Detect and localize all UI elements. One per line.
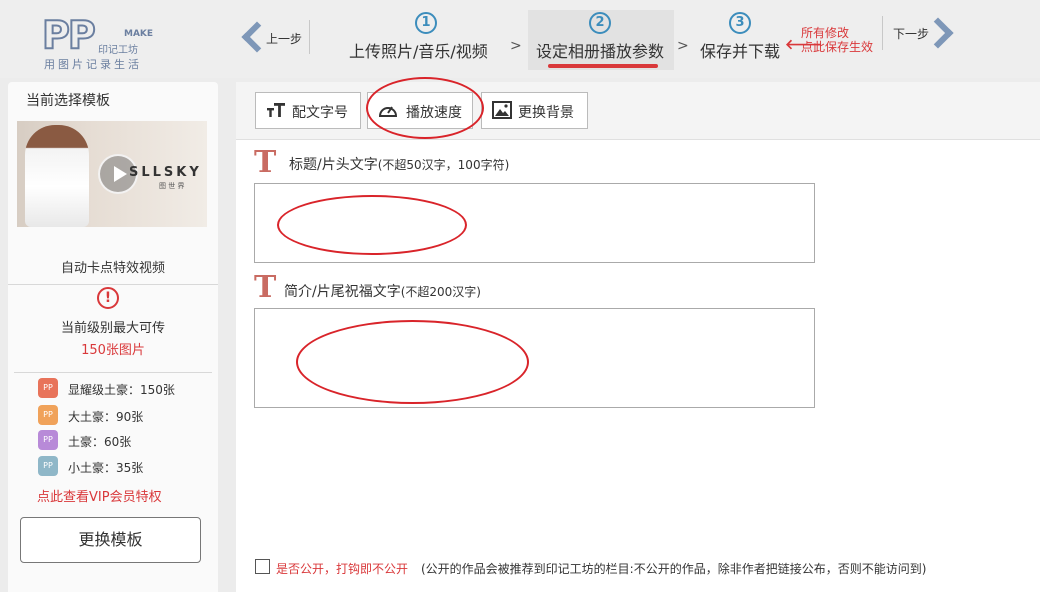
template-name: 自动卡点特效视频 (60, 261, 165, 276)
intro-text-input[interactable] (254, 308, 815, 408)
change-background-button[interactable]: 更换背景 (481, 92, 588, 129)
level-badge-icon: PP (38, 456, 58, 476)
title-field-hint: (不超50汉字，100字符) (377, 158, 510, 172)
level-label: 显耀级土豪：150张 (68, 383, 175, 397)
level-badge-icon: PP (38, 378, 58, 398)
save-hint-line2: 点此保存生效 (801, 40, 874, 54)
step-number: 3 (729, 12, 751, 34)
step-number: 1 (415, 12, 437, 34)
change-background-label: 更换背景 (518, 105, 574, 121)
step-separator: > (510, 38, 522, 54)
settings-panel: 配文字号 播放速度 更换背景 T 标题/片头文字(不超50汉字，100字符) T… (236, 82, 1040, 592)
save-hint-link[interactable]: 🡐 所有修改 点此保存生效 (785, 24, 881, 58)
prev-step-label: 上一步 (266, 32, 303, 46)
chevron-right-icon (922, 17, 954, 49)
text-size-label: 配文字号 (292, 105, 348, 121)
step-label: 上传照片/音乐/视频 (349, 42, 488, 61)
level-label: 土豪：60张 (68, 435, 132, 449)
template-preview[interactable]: SLLSKY 图 世 界 (17, 121, 207, 227)
prev-step-button[interactable]: 上一步 (238, 20, 310, 54)
image-icon (492, 101, 512, 119)
text-glyph-icon: T (254, 270, 277, 305)
public-note: (公开的作品会被推荐到印记工坊的栏目:不公开的作品，除非作者把链接公布，否则不能… (421, 562, 927, 576)
title-field-label: 标题/片头文字(不超50汉字，100字符) (289, 154, 509, 174)
logo[interactable]: PP MAKE 印记工坊 用图片记录生活 (41, 13, 162, 72)
intro-field-hint: (不超200汉字) (400, 285, 481, 299)
step-settings[interactable]: 2 设定相册播放参数 (528, 10, 674, 70)
logo-make: MAKE (124, 29, 154, 39)
intro-field-name: 简介/片尾祝福文字 (284, 284, 401, 300)
speedometer-icon (378, 106, 398, 117)
settings-toolbar: 配文字号 播放速度 更换背景 (236, 82, 1040, 140)
next-step-button[interactable]: 下一步 (882, 16, 962, 50)
level-badge-icon: PP (38, 405, 58, 425)
template-brand: SLLSKY (129, 165, 202, 180)
play-speed-button[interactable]: 播放速度 (367, 92, 473, 129)
play-speed-label: 播放速度 (406, 105, 462, 121)
private-checkbox[interactable] (255, 559, 270, 574)
step-upload[interactable]: 1 上传照片/音乐/视频 (340, 10, 498, 70)
intro-field-label: 简介/片尾祝福文字(不超200汉字) (284, 281, 481, 301)
active-step-indicator (548, 64, 658, 68)
divider (14, 372, 212, 373)
text-glyph-icon: T (254, 145, 277, 180)
private-checkbox-label[interactable]: 是否公开，打钩即不公开 (276, 560, 408, 577)
model-figure (25, 125, 89, 227)
template-brand-sub: 图 世 界 (159, 182, 185, 190)
max-upload-value: 150张图片 (81, 343, 145, 358)
level-label: 大土豪：90张 (68, 410, 144, 424)
level-label: 小土豪：35张 (68, 461, 144, 475)
title-field-name: 标题/片头文字 (289, 157, 378, 173)
logo-slogan: 用图片记录生活 (44, 58, 142, 71)
step-number: 2 (589, 12, 611, 34)
max-upload-label: 当前级别最大可传 (60, 321, 165, 336)
warning-icon: ! (97, 287, 119, 309)
title-text-input[interactable] (254, 183, 815, 263)
vip-privileges-link[interactable]: 点此查看VIP会员特权 (37, 486, 162, 505)
logo-name: 印记工坊 (98, 45, 138, 56)
template-sidebar: 当前选择模板 SLLSKY 图 世 界 自动卡点特效视频 ! 当前级别最大可传 … (8, 82, 218, 592)
step-save[interactable]: 3 保存并下载 (696, 10, 786, 70)
sidebar-title: 当前选择模板 (26, 93, 110, 109)
text-size-icon (267, 103, 285, 117)
text-size-button[interactable]: 配文字号 (255, 92, 361, 129)
step-label: 保存并下载 (700, 42, 781, 61)
step-separator: > (677, 38, 689, 54)
logo-letters: PP (41, 13, 97, 57)
top-header: PP MAKE 印记工坊 用图片记录生活 上一步 1 上传照片/音乐/视频 > … (0, 0, 1040, 78)
divider (8, 284, 218, 285)
change-template-button[interactable]: 更换模板 (20, 517, 201, 563)
step-label: 设定相册播放参数 (536, 42, 665, 61)
level-badge-icon: PP (38, 430, 58, 450)
